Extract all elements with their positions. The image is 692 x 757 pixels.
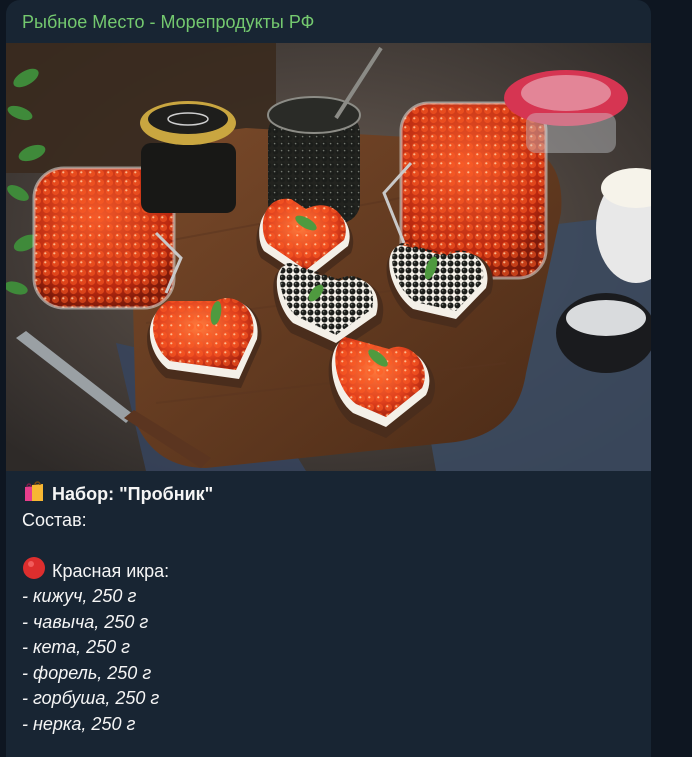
shopping-bags-icon — [22, 479, 46, 511]
red-circle-icon — [22, 556, 46, 588]
section-title-line: Красная икра: — [22, 556, 632, 588]
list-item: - кижуч, 250 г — [22, 586, 137, 606]
post-title: Набор: "Пробник" — [52, 484, 214, 504]
channel-post[interactable]: Рыбное Место - Морепродукты РФ Набор: "П… — [6, 0, 651, 757]
section-title: Красная икра: — [52, 560, 170, 581]
post-photo[interactable] — [6, 43, 651, 471]
list-item: - чавыча, 250 г — [22, 611, 149, 632]
channel-name[interactable]: Рыбное Место - Морепродукты РФ — [22, 11, 314, 33]
chat-view: Рыбное Место - Морепродукты РФ Набор: "П… — [0, 0, 692, 757]
list-item: - горбуша, 250 г — [22, 688, 160, 708]
list-item: - форель, 250 г — [22, 662, 152, 683]
list-item: - нерка, 250 г — [22, 713, 136, 734]
composition-label: Состав: — [22, 509, 87, 530]
post-title-line: Набор: "Пробник" — [22, 479, 632, 511]
list-item: - кета, 250 г — [22, 637, 131, 657]
caviar-photo — [6, 43, 651, 471]
empty-line — [22, 533, 632, 559]
post-text: Набор: "Пробник" Состав: Красная икра: -… — [22, 479, 632, 737]
